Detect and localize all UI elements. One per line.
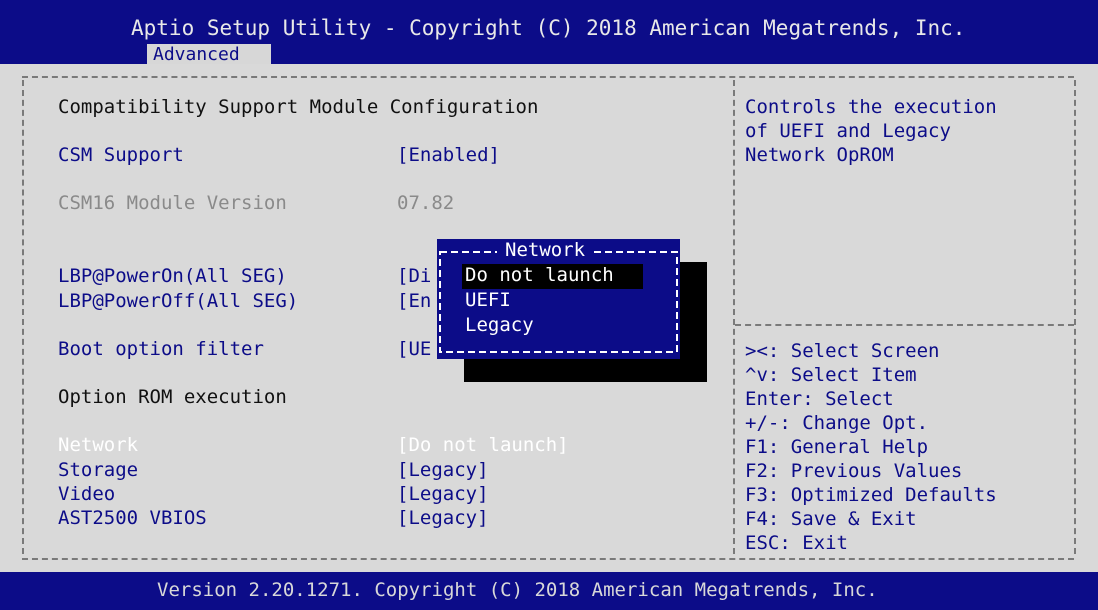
popup-option[interactable]: Do not launch [465, 264, 614, 286]
csm16-version-label: CSM16 Module Version [58, 192, 287, 214]
ast2500-vbios-value[interactable]: [Legacy] [397, 507, 489, 529]
frame-bottom-border [22, 558, 1074, 560]
section-title: Compatibility Support Module Configurati… [58, 96, 539, 118]
help-description-line: of UEFI and Legacy [745, 120, 951, 142]
help-description-line: Controls the execution [745, 96, 997, 118]
lbp-poweron-value[interactable]: [Di [397, 265, 431, 287]
status-bar: Version 2.20.1271. Copyright (C) 2018 Am… [0, 572, 1098, 610]
help-description-line: Network OpROM [745, 144, 894, 166]
popup-option[interactable]: UEFI [465, 289, 511, 311]
csm-support-value[interactable]: [Enabled] [397, 144, 500, 166]
network-popup: Network Do not launch UEFI Legacy [437, 239, 680, 359]
key-help-line: ESC: Exit [745, 532, 848, 554]
key-help-line: ^v: Select Item [745, 364, 917, 386]
key-help-line: F4: Save & Exit [745, 508, 917, 530]
storage-value[interactable]: [Legacy] [397, 459, 489, 481]
video-value[interactable]: [Legacy] [397, 483, 489, 505]
boot-option-filter-value[interactable]: [UE [397, 338, 431, 360]
key-help-line: Enter: Select [745, 388, 894, 410]
csm16-version-value: 07.82 [397, 192, 455, 214]
lbp-poweroff-value[interactable]: [En [397, 290, 431, 312]
network-value[interactable]: [Do not launch] [397, 434, 569, 456]
csm-support-label[interactable]: CSM Support [58, 144, 184, 166]
lbp-poweron-label[interactable]: LBP@PowerOn(All SEG) [58, 265, 287, 287]
key-help-line: F3: Optimized Defaults [745, 484, 997, 506]
frame-top-border [22, 76, 1074, 78]
key-help-line: ><: Select Screen [745, 340, 940, 362]
lbp-poweroff-label[interactable]: LBP@PowerOff(All SEG) [58, 290, 298, 312]
help-separator [735, 324, 1074, 326]
video-label[interactable]: Video [58, 483, 115, 505]
app-title: Aptio Setup Utility - Copyright (C) 2018… [131, 16, 966, 40]
tab-advanced[interactable]: Advanced [147, 44, 271, 65]
frame-left-border [22, 80, 24, 554]
key-help-line: F2: Previous Values [745, 460, 963, 482]
key-help-line: +/-: Change Opt. [745, 412, 929, 434]
network-label[interactable]: Network [58, 434, 138, 456]
title-bar: Aptio Setup Utility - Copyright (C) 2018… [0, 0, 1098, 65]
storage-label[interactable]: Storage [58, 459, 138, 481]
help-divider [733, 80, 735, 554]
boot-option-filter-label[interactable]: Boot option filter [58, 338, 264, 360]
ast2500-vbios-label[interactable]: AST2500 VBIOS [58, 507, 207, 529]
popup-option[interactable]: Legacy [465, 314, 534, 336]
option-rom-heading: Option ROM execution [58, 386, 287, 408]
key-help-line: F1: General Help [745, 436, 929, 458]
version-text: Version 2.20.1271. Copyright (C) 2018 Am… [157, 579, 878, 601]
frame-right-border [1074, 80, 1076, 554]
popup-title: Network [497, 239, 594, 261]
